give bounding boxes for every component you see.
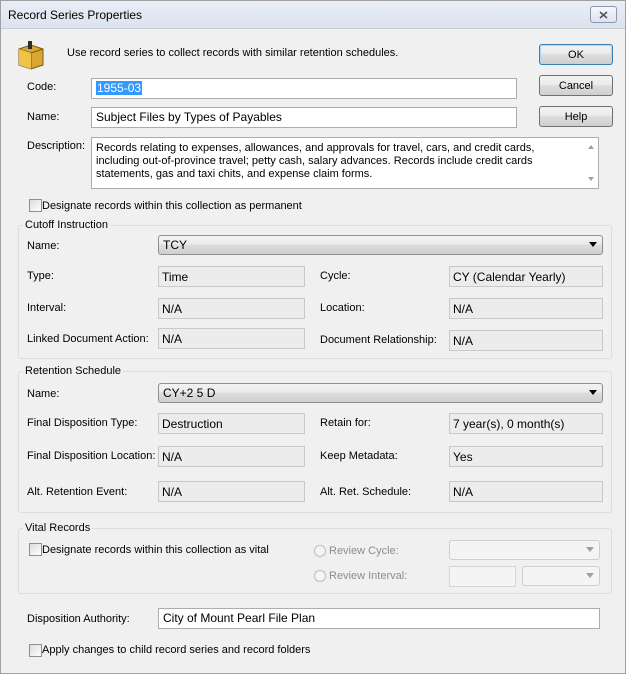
review-interval-number-input[interactable] — [449, 566, 516, 587]
cutoff-cycle-value: CY (Calendar Yearly) — [449, 266, 603, 287]
intro-text: Use record series to collect records wit… — [67, 47, 399, 59]
vital-checkbox[interactable] — [29, 543, 42, 556]
permanent-checkbox-label: Designate records within this collection… — [42, 200, 302, 212]
retention-schedule-title: Retention Schedule — [23, 365, 124, 377]
cancel-button[interactable]: Cancel — [539, 75, 613, 96]
cutoff-location-label: Location: — [320, 302, 365, 314]
ok-button[interactable]: OK — [539, 44, 613, 65]
retain-for-label: Retain for: — [320, 417, 371, 429]
close-button[interactable] — [590, 6, 617, 23]
review-cycle-label: Review Cycle: — [329, 545, 399, 557]
document-relationship-value: N/A — [449, 330, 603, 351]
document-relationship-label: Document Relationship: — [320, 334, 437, 346]
cutoff-name-dropdown[interactable]: TCY — [158, 235, 603, 255]
final-disposition-type-value: Destruction — [158, 413, 305, 434]
cutoff-name-value: TCY — [163, 238, 187, 252]
apply-to-children-checkbox[interactable] — [29, 644, 42, 657]
review-interval-radio[interactable] — [314, 570, 326, 582]
description-text: Records relating to expenses, allowances… — [96, 142, 535, 180]
record-series-box-icon — [18, 41, 44, 70]
retention-name-dropdown[interactable]: CY+2 5 D — [158, 383, 603, 403]
record-series-properties-dialog: Record Series Properties Use record seri… — [0, 0, 626, 674]
help-button[interactable]: Help — [539, 106, 613, 127]
scroll-down-icon[interactable] — [588, 177, 594, 181]
vital-records-title: Vital Records — [23, 522, 93, 534]
cutoff-type-value: Time — [158, 266, 305, 287]
alt-retention-event-value: N/A — [158, 481, 305, 502]
review-interval-label: Review Interval: — [329, 570, 408, 582]
cutoff-cycle-label: Cycle: — [320, 270, 351, 282]
review-cycle-radio[interactable] — [314, 545, 326, 557]
title-bar: Record Series Properties — [1, 1, 625, 29]
retention-name-label: Name: — [27, 388, 60, 400]
code-input[interactable]: 1955-03 — [91, 78, 517, 99]
alt-ret-schedule-label: Alt. Ret. Schedule: — [320, 486, 412, 498]
cutoff-instruction-title: Cutoff Instruction — [23, 219, 110, 231]
close-icon — [599, 10, 608, 19]
chevron-down-icon — [589, 390, 597, 395]
cutoff-interval-label: Interval: — [27, 302, 67, 314]
alt-retention-event-label: Alt. Retention Event: — [27, 486, 128, 498]
linked-document-action-value: N/A — [158, 328, 305, 349]
scroll-up-icon[interactable] — [588, 145, 594, 149]
name-input[interactable]: Subject Files by Types of Payables — [91, 107, 517, 128]
chevron-down-icon — [586, 547, 594, 552]
disposition-authority-input[interactable]: City of Mount Pearl File Plan — [158, 608, 600, 629]
name-label: Name: — [27, 111, 60, 123]
cutoff-name-label: Name: — [27, 240, 60, 252]
code-label: Code: — [27, 81, 57, 93]
final-disposition-location-value: N/A — [158, 446, 305, 467]
alt-ret-schedule-value: N/A — [449, 481, 603, 502]
retain-for-value: 7 year(s), 0 month(s) — [449, 413, 603, 434]
chevron-down-icon — [586, 573, 594, 578]
cutoff-type-label: Type: — [27, 270, 54, 282]
description-textarea[interactable]: Records relating to expenses, allowances… — [91, 137, 599, 189]
final-disposition-location-label: Final Disposition Location: — [27, 450, 156, 462]
code-value: 1955-03 — [96, 81, 143, 95]
description-label: Description: — [27, 140, 86, 152]
apply-to-children-label: Apply changes to child record series and… — [42, 644, 311, 656]
final-disposition-type-label: Final Disposition Type: — [27, 417, 138, 429]
permanent-checkbox[interactable] — [29, 199, 42, 212]
cutoff-interval-value: N/A — [158, 298, 305, 319]
keep-metadata-label: Keep Metadata: — [320, 450, 398, 462]
review-interval-unit-dropdown[interactable] — [522, 566, 600, 586]
review-cycle-dropdown[interactable] — [449, 540, 600, 560]
window-title: Record Series Properties — [8, 8, 143, 22]
cutoff-location-value: N/A — [449, 298, 603, 319]
linked-document-action-label: Linked Document Action: — [27, 333, 149, 345]
vital-checkbox-label: Designate records within this collection… — [42, 544, 269, 556]
chevron-down-icon — [589, 242, 597, 247]
retention-name-value: CY+2 5 D — [163, 386, 216, 400]
disposition-authority-label: Disposition Authority: — [27, 613, 130, 625]
keep-metadata-value: Yes — [449, 446, 603, 467]
